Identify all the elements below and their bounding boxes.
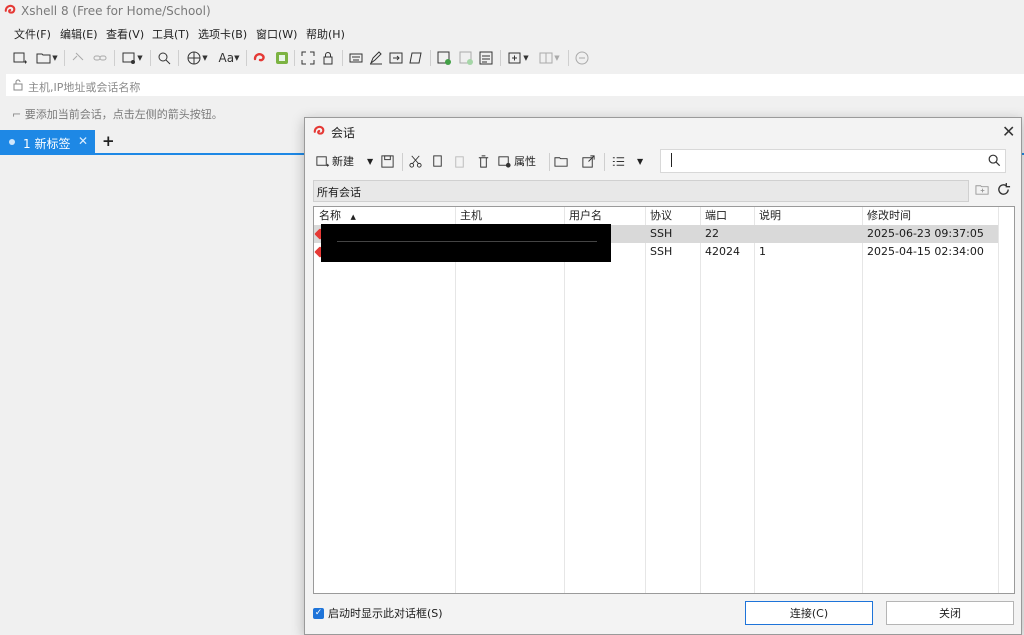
tab-new[interactable]: 1 新标签 ✕ — [0, 130, 95, 153]
menu-bar: 文件(F) 编辑(E) 查看(V) 工具(T) 选项卡(B) 窗口(W) 帮助(… — [0, 22, 1024, 44]
notes-icon[interactable] — [476, 48, 496, 68]
screen-settings-icon[interactable]: ▼ — [118, 48, 146, 68]
disconnect-icon[interactable] — [68, 48, 88, 68]
keyboard-icon[interactable] — [346, 48, 366, 68]
dialog-logo-icon — [313, 125, 325, 135]
new-tab-group-icon[interactable]: ▼ — [504, 48, 532, 68]
lock-icon[interactable] — [318, 48, 338, 68]
tab-status-dot-icon — [9, 139, 15, 145]
close-button[interactable]: 关闭 — [886, 601, 1014, 625]
window-title: Xshell 8 (Free for Home/School) — [21, 4, 211, 18]
menu-view[interactable]: 查看(V) — [106, 26, 144, 42]
new-session-icon[interactable] — [10, 48, 30, 68]
xftp-green-icon[interactable] — [272, 48, 292, 68]
font-icon[interactable]: Aa ▼ — [214, 48, 244, 68]
open-folder-icon[interactable]: ▼ — [34, 48, 60, 68]
script-icon[interactable] — [406, 48, 426, 68]
xshell-logo-icon — [4, 4, 16, 14]
add-tab-button[interactable]: + — [102, 132, 115, 150]
redacted-region — [321, 224, 611, 262]
connect-button[interactable]: 连接(C) — [745, 601, 873, 625]
delete-icon[interactable] — [476, 151, 491, 171]
menu-file[interactable]: 文件(F) — [14, 26, 51, 42]
session-list: 名称 ▲ 主机 用户名 协议 端口 说明 修改时间 SSH 22 2025-06… — [313, 206, 1015, 594]
save-icon[interactable] — [380, 151, 395, 171]
open-folder-icon[interactable] — [554, 151, 569, 171]
session-dialog: 会话 ✕ 新建 ▼ 属性 ▼ 所有会话 名称 ▲ 主机 用户名 协议 端口 说明… — [304, 117, 1022, 635]
column-description[interactable]: 说明 — [754, 207, 862, 225]
menu-help[interactable]: 帮助(H) — [306, 26, 345, 42]
layout-icon[interactable]: ▼ — [534, 48, 564, 68]
column-modified[interactable]: 修改时间 — [862, 207, 998, 225]
new-icon — [316, 155, 330, 167]
new-session-button[interactable]: 新建 — [315, 151, 354, 171]
startup-checkbox-row[interactable]: ✓ 启动时显示此对话框(S) — [313, 605, 443, 621]
cut-icon[interactable] — [408, 151, 423, 171]
list-view-icon[interactable] — [611, 151, 626, 171]
sort-asc-icon: ▲ — [350, 213, 356, 221]
fullscreen-icon[interactable] — [298, 48, 318, 68]
add-session-hint: ⌐ 要添加当前会话，点击左侧的箭头按钮。 — [12, 108, 223, 121]
copy-icon[interactable] — [430, 151, 445, 171]
dialog-title: 会话 — [331, 126, 356, 140]
properties-button[interactable]: 属性 — [497, 151, 536, 171]
edit-pen-icon[interactable] — [366, 48, 386, 68]
startup-checkbox[interactable]: ✓ — [313, 607, 324, 619]
startup-checkbox-label: 启动时显示此对话框(S) — [328, 607, 443, 620]
main-toolbar: ▼ ▼ ▼ Aa ▼ ▼ ▼ — [0, 45, 1024, 71]
menu-edit[interactable]: 编辑(E) — [60, 26, 98, 42]
compose-green-icon[interactable] — [434, 48, 454, 68]
column-host[interactable]: 主机 — [455, 207, 564, 225]
properties-icon — [498, 155, 511, 168]
search-icon[interactable] — [154, 48, 174, 68]
xshell-red-icon[interactable] — [250, 48, 270, 68]
column-username[interactable]: 用户名 — [564, 207, 645, 225]
session-search-input[interactable] — [660, 149, 1006, 173]
dialog-close-icon[interactable]: ✕ — [1002, 122, 1015, 141]
unlock-icon — [13, 79, 23, 91]
address-placeholder: 主机,IP地址或会话名称 — [28, 81, 141, 94]
tab-label: 1 新标签 — [23, 137, 71, 151]
folder-path[interactable]: 所有会话 — [313, 180, 969, 202]
compose-disabled-icon[interactable] — [456, 48, 476, 68]
column-name[interactable]: 名称 ▲ — [314, 207, 455, 225]
folder-label: 所有会话 — [317, 186, 361, 199]
view-dropdown-icon[interactable]: ▼ — [637, 151, 643, 171]
search-icon[interactable] — [987, 153, 1001, 167]
globe-icon[interactable]: ▼ — [182, 48, 212, 68]
address-bar[interactable]: 主机,IP地址或会话名称 — [6, 74, 1024, 96]
zoom-out-icon[interactable] — [572, 48, 592, 68]
column-port[interactable]: 端口 — [700, 207, 754, 225]
export-icon[interactable] — [581, 151, 596, 171]
refresh-icon[interactable] — [996, 182, 1011, 197]
tab-close-icon[interactable]: ✕ — [78, 134, 88, 148]
menu-tools[interactable]: 工具(T) — [152, 26, 189, 42]
new-dropdown-icon[interactable]: ▼ — [367, 151, 373, 171]
paste-icon[interactable] — [452, 151, 467, 171]
bracket-icon: ⌐ — [12, 108, 25, 121]
send-icon[interactable] — [386, 48, 406, 68]
menu-tabs[interactable]: 选项卡(B) — [198, 26, 247, 42]
dialog-toolbar: 新建 ▼ 属性 ▼ — [313, 151, 658, 171]
link-icon[interactable] — [90, 48, 110, 68]
menu-window[interactable]: 窗口(W) — [256, 26, 297, 42]
new-folder-icon[interactable] — [975, 182, 990, 197]
text-caret — [671, 153, 672, 167]
title-bar: Xshell 8 (Free for Home/School) — [0, 0, 1024, 22]
column-protocol[interactable]: 协议 — [645, 207, 700, 225]
